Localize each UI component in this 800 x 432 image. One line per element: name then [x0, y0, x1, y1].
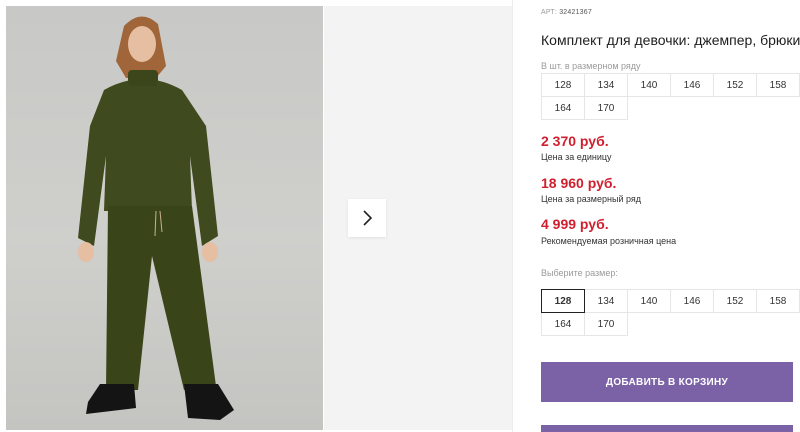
size-run-label: В шт. в размерном ряду: [541, 61, 641, 71]
sku-value: 32421367: [559, 9, 592, 16]
unit-price-note: Цена за единицу: [541, 152, 612, 162]
secondary-button[interactable]: [541, 425, 793, 432]
size-run-cell: 128: [541, 73, 585, 97]
add-to-cart-button[interactable]: ДОБАВИТЬ В КОРЗИНУ: [541, 362, 793, 402]
size-run-cell: 134: [584, 73, 628, 97]
size-option-selected[interactable]: 128: [541, 289, 585, 313]
divider: [512, 0, 513, 432]
size-select-label: Выберите размер:: [541, 268, 618, 278]
gallery-next-button[interactable]: [348, 199, 386, 237]
product-title: Комплект для девочки: джемпер, брюки: [541, 32, 800, 48]
size-option[interactable]: 134: [584, 289, 628, 313]
product-photo[interactable]: [6, 6, 323, 430]
product-gallery: [0, 0, 512, 432]
sku-label: АРТ:: [541, 9, 558, 16]
retail-price: 4 999 руб.: [541, 216, 609, 232]
unit-price: 2 370 руб.: [541, 133, 609, 149]
retail-price-note: Рекомендуемая розничная цена: [541, 236, 677, 246]
size-run-cell: 140: [627, 73, 671, 97]
size-run-cell: 158: [756, 73, 800, 97]
size-run-cell: 146: [670, 73, 714, 97]
size-option[interactable]: 164: [541, 312, 585, 336]
size-run-price-note: Цена за размерный ряд: [541, 194, 642, 204]
product-sku: АРТ: 32421367: [541, 9, 592, 16]
product-photo-illustration: [78, 16, 234, 420]
size-run-grid: 128 134 140 146 152 158 164 170: [541, 73, 800, 120]
size-run-cell: 170: [584, 96, 628, 120]
size-option[interactable]: 170: [584, 312, 628, 336]
size-option[interactable]: 152: [713, 289, 757, 313]
size-select-grid: 128 134 140 146 152 158 164 170: [541, 289, 800, 336]
size-run-price: 18 960 руб.: [541, 175, 617, 191]
size-option[interactable]: 140: [627, 289, 671, 313]
size-run-cell: 152: [713, 73, 757, 97]
chevron-right-icon: [363, 210, 373, 226]
size-run-cell: 164: [541, 96, 585, 120]
size-option[interactable]: 158: [756, 289, 800, 313]
size-option[interactable]: 146: [670, 289, 714, 313]
